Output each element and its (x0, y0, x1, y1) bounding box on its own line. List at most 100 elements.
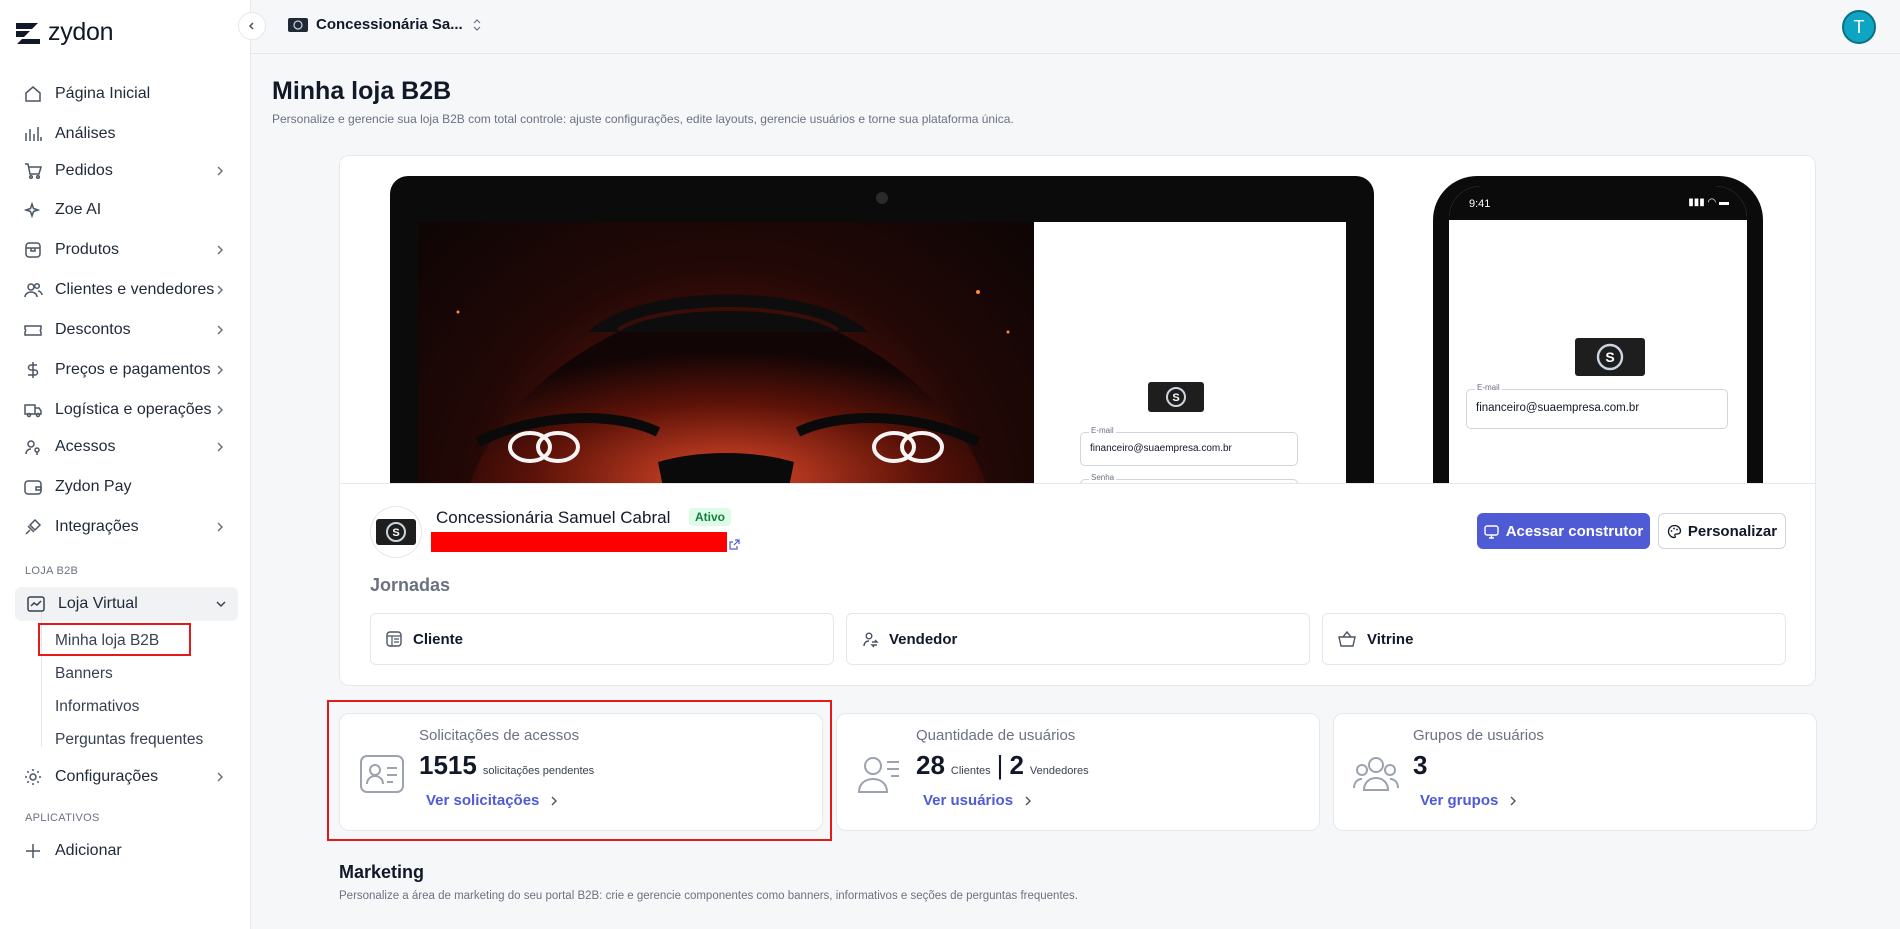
view-users-label: Ver usuários (923, 792, 1014, 809)
highlight-box-minha-loja (38, 623, 191, 656)
sidebar-item-precos[interactable]: Preços e pagamentos (22, 353, 237, 387)
external-link-icon[interactable] (729, 539, 740, 550)
sidebar-item-pedidos[interactable]: Pedidos (22, 154, 237, 188)
journey-vendedor[interactable]: Vendedor (846, 613, 1310, 665)
store-preview-card: S E-mail financeiro@suaempresa.com.br Se… (339, 155, 1816, 686)
sidebar-subitem-faq[interactable]: Perguntas frequentes (55, 731, 203, 749)
page-title: Minha loja B2B (272, 77, 452, 105)
chevron-right-icon (217, 772, 224, 782)
user-count-separator: | (996, 750, 1004, 780)
sidebar-item-configuracoes[interactable]: Configurações (22, 760, 237, 794)
sidebar-item-zydon-pay[interactable]: Zydon Pay (22, 470, 237, 504)
sidebar-item-label: Zoe AI (55, 201, 102, 218)
section-label-aplicativos: APLICATIVOS (25, 812, 100, 824)
sidebar-item-analises[interactable]: Análises (22, 117, 237, 151)
phone-screen: 9:41 ▮▮▮ ◠ ▬ S E-mail financeiro@suaempr… (1449, 186, 1747, 483)
sellers-unit: Vendedores (1029, 765, 1089, 777)
chevron-right-icon (217, 245, 224, 255)
plug-icon (22, 516, 44, 538)
device-preview-area: S E-mail financeiro@suaempresa.com.br Se… (340, 156, 1815, 484)
sidebar-item-loja-virtual[interactable]: Loja Virtual (15, 587, 238, 621)
svg-text:S: S (1605, 349, 1614, 365)
sidebar-item-label: Adicionar (55, 842, 122, 859)
sidebar-subitem-informativos[interactable]: Informativos (55, 698, 139, 716)
access-builder-button[interactable]: Acessar construtor (1477, 513, 1650, 549)
customize-button[interactable]: Personalizar (1658, 513, 1786, 549)
sidebar-item-label: Análises (55, 125, 116, 142)
store-switcher[interactable]: Concessionária Sa... (288, 16, 483, 33)
monitor-icon (1484, 524, 1499, 539)
collapse-sidebar-button[interactable] (238, 12, 266, 40)
sidebar-item-label: Clientes e vendedores (55, 281, 215, 298)
plus-icon (22, 840, 44, 862)
phone-store-logo: S (1575, 338, 1645, 376)
user-switch-icon (863, 632, 879, 648)
journey-label: Cliente (413, 630, 464, 648)
phone-email-field: E-mail financeiro@suaempresa.com.br (1466, 383, 1728, 429)
jornadas-title: Jornadas (370, 575, 451, 595)
highlight-box-access-requests (327, 700, 832, 841)
sidebar-item-home[interactable]: Página Inicial (22, 77, 237, 111)
sidebar-item-acessos[interactable]: Acessos (22, 430, 237, 464)
sidebar-item-label: Página Inicial (55, 85, 151, 102)
sidebar-item-adicionar[interactable]: Adicionar (22, 834, 237, 868)
store-avatar: S (370, 506, 422, 558)
chevron-right-icon (217, 365, 224, 375)
chevron-left-icon (248, 22, 254, 30)
sidebar-item-label: Configurações (55, 768, 159, 785)
palette-icon (1667, 524, 1682, 538)
clients-unit: Clientes (950, 765, 991, 777)
view-users-link[interactable]: Ver usuários (923, 792, 1033, 809)
sidebar-item-descontos[interactable]: Descontos (22, 313, 237, 347)
layout-icon (386, 631, 402, 647)
marketing-title: Marketing (339, 862, 425, 882)
sidebar-item-label: Logística e operações (55, 401, 212, 418)
view-groups-link[interactable]: Ver grupos (1420, 792, 1518, 809)
user-key-icon (22, 436, 44, 458)
chevron-right-icon (217, 285, 224, 295)
home-icon (22, 83, 44, 105)
sidebar-item-label: Preços e pagamentos (55, 361, 211, 378)
chevron-updown-icon (473, 18, 481, 31)
truck-icon (22, 399, 44, 421)
journey-vitrine[interactable]: Vitrine (1322, 613, 1786, 665)
access-builder-label: Acessar construtor (1505, 522, 1644, 540)
zydon-logo-icon (16, 22, 40, 44)
sidebar-subitem-banners[interactable]: Banners (55, 665, 113, 683)
sidebar-item-integracoes[interactable]: Integrações (22, 510, 237, 544)
sidebar-item-label: Integrações (55, 518, 139, 535)
customize-label: Personalizar (1687, 522, 1778, 540)
user-groups-value: 3 (1413, 750, 1427, 781)
sidebar-item-produtos[interactable]: Produtos (22, 233, 237, 267)
user-avatar[interactable]: T (1842, 10, 1876, 44)
wallet-icon (22, 476, 44, 498)
sidebar: zydon Página Inicial Análises Pedidos Zo… (0, 0, 251, 929)
user-groups-count: 3 (1413, 750, 1428, 780)
brand-name: zydon (48, 18, 114, 46)
chevron-right-icon (1510, 796, 1517, 805)
preview-store-logo: S (1148, 382, 1204, 412)
bar-chart-icon (22, 123, 44, 145)
basket-icon (1338, 630, 1356, 647)
redacted-store-url (431, 532, 727, 552)
laptop-camera (876, 192, 888, 204)
brand-logo[interactable]: zydon (14, 18, 114, 47)
storefront-icon (25, 593, 47, 615)
phone-email-label: E-mail (1475, 383, 1502, 392)
user-groups-label: Grupos de usuários (1413, 727, 1544, 744)
store-switcher-name: Concessionária Sa... (316, 16, 463, 33)
laptop-screen: S E-mail financeiro@suaempresa.com.br Se… (418, 222, 1346, 483)
sidebar-item-zoe-ai[interactable]: Zoe AI (22, 193, 237, 227)
preview-login-panel: S E-mail financeiro@suaempresa.com.br Se… (1034, 222, 1346, 483)
sidebar-item-logistica[interactable]: Logística e operações (22, 393, 237, 427)
journey-label: Vendedor (889, 630, 958, 648)
car-illustration (456, 290, 1010, 483)
sidebar-item-clientes[interactable]: Clientes e vendedores (22, 273, 237, 307)
sidebar-item-label: Acessos (55, 438, 116, 455)
sidebar-item-label: Zydon Pay (55, 478, 132, 495)
user-count-card: Quantidade de usuários 28 Clientes | 2 V… (836, 713, 1320, 831)
page-subtitle: Personalize e gerencie sua loja B2B com … (272, 112, 1014, 126)
user-list-icon (857, 757, 899, 793)
chevron-right-icon (217, 442, 224, 452)
journey-cliente[interactable]: Cliente (370, 613, 834, 665)
